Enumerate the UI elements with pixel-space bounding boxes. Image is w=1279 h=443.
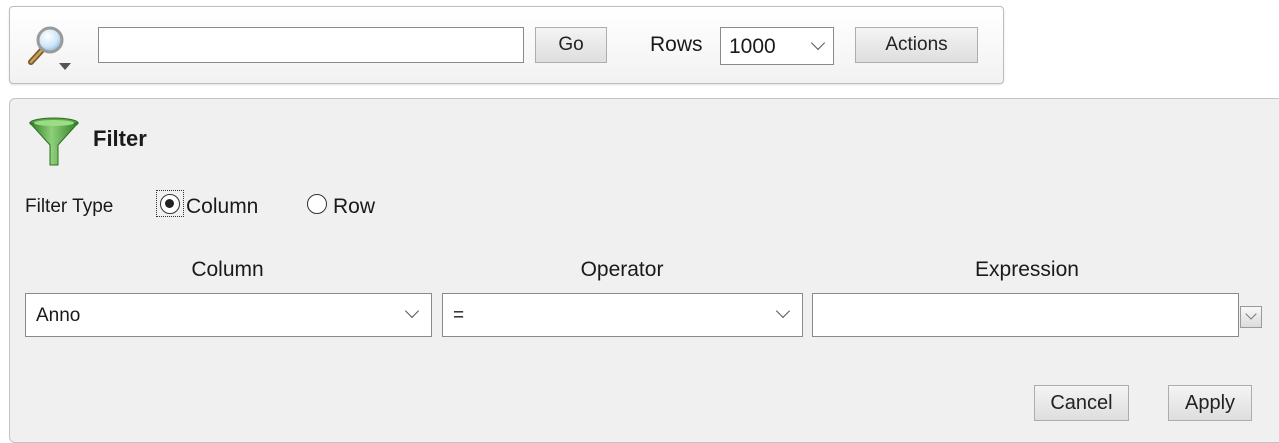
filter-panel: Filter Filter Type Column Row Column Ope…: [9, 98, 1279, 443]
operator-select[interactable]: =: [442, 293, 803, 337]
rows-label: Rows: [650, 33, 703, 56]
expression-lov-button[interactable]: [1240, 306, 1262, 328]
filter-title: Filter: [93, 126, 147, 151]
radio-unchecked-icon[interactable]: [307, 194, 327, 214]
rows-select-value: 1000: [729, 35, 776, 58]
operator-header: Operator: [580, 258, 664, 281]
column-select-value: Anno: [36, 305, 81, 326]
search-toolbar: Go Rows 1000 Actions: [9, 6, 1004, 84]
radio-checked-icon[interactable]: [160, 194, 180, 214]
chevron-down-icon: [404, 303, 420, 319]
operator-select-value: =: [453, 305, 465, 326]
chevron-down-icon: [1245, 308, 1257, 320]
column-select[interactable]: Anno: [25, 293, 432, 337]
radio-label-column: Column: [186, 195, 259, 218]
actions-button[interactable]: Actions: [855, 27, 978, 63]
radio-label-row: Row: [333, 195, 376, 218]
chevron-down-icon: [810, 35, 826, 51]
rows-select[interactable]: 1000: [720, 27, 834, 65]
column-header: Column: [191, 258, 264, 281]
funnel-icon: [28, 115, 80, 169]
expression-input[interactable]: [812, 293, 1239, 337]
expression-header: Expression: [975, 258, 1079, 281]
filter-type-label: Filter Type: [25, 196, 114, 217]
go-button[interactable]: Go: [535, 27, 607, 63]
apply-button[interactable]: Apply: [1168, 385, 1252, 421]
chevron-down-icon: [775, 303, 791, 319]
magnifier-dropdown-icon[interactable]: [22, 21, 74, 73]
cancel-button[interactable]: Cancel: [1034, 385, 1129, 421]
search-input[interactable]: [98, 27, 524, 63]
